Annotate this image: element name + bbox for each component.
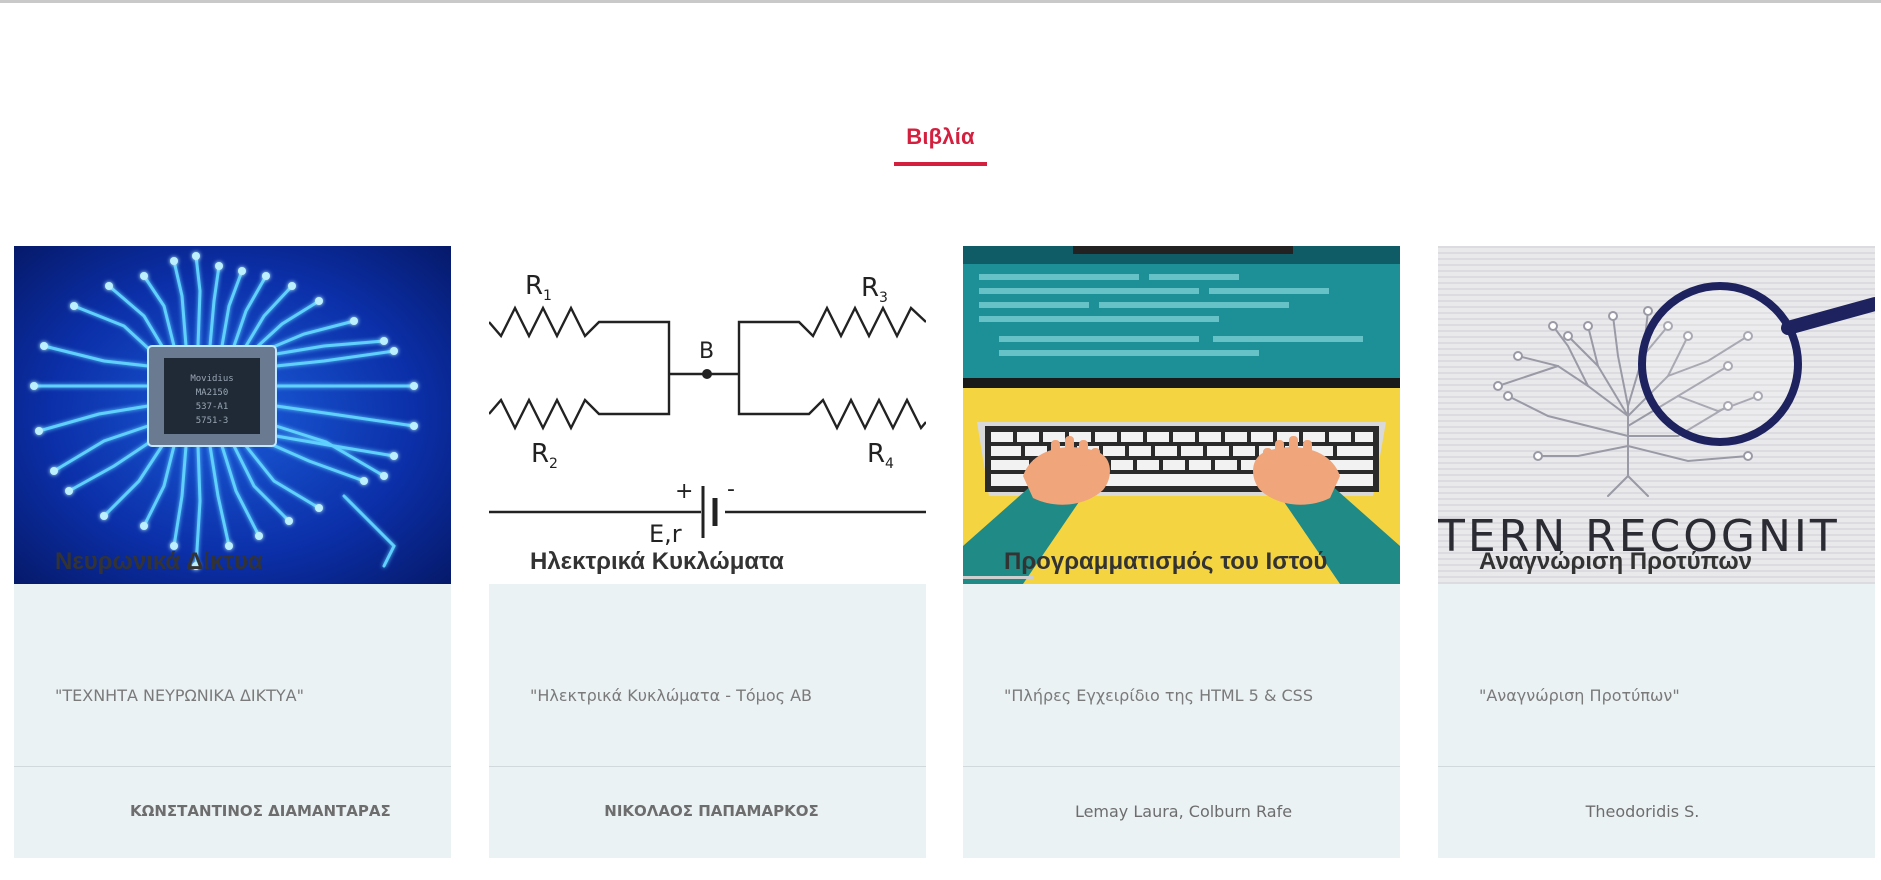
pattern-recognition-image[interactable]: TERN RECOGNIT	[1438, 246, 1875, 584]
book-card-grid: Movidius MA2150 537-A1 5751-3 Νευρωνικά …	[14, 246, 1881, 858]
book-subtitle: "Πλήρες Εγχειρίδιο της HTML 5 & CSS	[1004, 686, 1313, 705]
card-divider	[14, 766, 451, 767]
svg-text:537-A1: 537-A1	[196, 402, 229, 412]
svg-text:E,r: E,r	[649, 520, 682, 548]
circuit-diagram-icon: R 1 R 2 R 3 R 4 B + - E,r	[489, 246, 926, 584]
book-subtitle: "Αναγνώριση Προτύπων"	[1479, 686, 1680, 705]
electric-circuit-diagram-image[interactable]: R 1 R 2 R 3 R 4 B + - E,r	[489, 246, 926, 584]
section-header: Βιβλία	[0, 124, 1881, 166]
svg-text:R: R	[867, 439, 885, 469]
svg-text:2: 2	[549, 456, 558, 472]
book-author: Lemay Laura, Colburn Rafe	[1074, 802, 1293, 821]
book-card-web-programming[interactable]: Προγραμματισμός του Ιστού "Πλήρες Εγχειρ…	[963, 246, 1400, 858]
svg-text:B: B	[699, 339, 714, 364]
card-divider	[963, 766, 1400, 767]
svg-text:-: -	[727, 477, 735, 502]
svg-text:3: 3	[879, 290, 888, 306]
book-card-pattern-recognition[interactable]: TERN RECOGNIT Αναγνώριση Προτύπων "Αναγν…	[1438, 246, 1875, 858]
circuit-chip-icon: Movidius MA2150 537-A1 5751-3	[14, 246, 451, 584]
svg-text:1: 1	[543, 288, 552, 304]
book-author: Theodoridis S.	[1585, 802, 1700, 821]
laptop-typing-icon	[963, 246, 1400, 584]
book-author: ΝΙΚΟΛΑΟΣ ΠΑΠΑΜΑΡΚΟΣ	[604, 802, 819, 820]
book-subtitle: "ΤΕΧΝΗΤΑ ΝΕΥΡΩΝΙΚΑ ΔΙΚΤΥΑ"	[55, 686, 304, 705]
book-author: ΚΩΝΣΤΑΝΤΙΝΟΣ ΔΙΑΜΑΝΤΑΡΑΣ	[130, 802, 391, 820]
book-card-electric-circuits[interactable]: R 1 R 2 R 3 R 4 B + - E,r Ηλεκτρικά Κυκλ…	[489, 246, 926, 858]
book-subtitle: "Ηλεκτρικά Κυκλώματα - Τόμος ΑΒ	[530, 686, 813, 705]
svg-text:R: R	[525, 271, 543, 301]
book-title[interactable]: Νευρωνικά Δίκτυα	[55, 548, 263, 576]
laptop-typing-image[interactable]	[963, 246, 1400, 584]
book-title[interactable]: Προγραμματισμός του Ιστού	[1004, 548, 1327, 576]
pattern-recognition-icon: TERN RECOGNIT	[1438, 246, 1875, 584]
book-card-neural-networks[interactable]: Movidius MA2150 537-A1 5751-3 Νευρωνικά …	[14, 246, 451, 858]
svg-text:Movidius: Movidius	[190, 374, 233, 384]
svg-text:+: +	[675, 479, 693, 504]
book-title[interactable]: Αναγνώριση Προτύπων	[1479, 548, 1752, 576]
top-rule	[0, 0, 1881, 3]
svg-text:4: 4	[885, 456, 894, 472]
svg-text:5751-3: 5751-3	[196, 416, 229, 426]
card-divider	[1438, 766, 1875, 767]
svg-text:R: R	[861, 273, 879, 303]
svg-text:R: R	[531, 439, 549, 469]
card-divider	[489, 766, 926, 767]
circuit-chip-image[interactable]: Movidius MA2150 537-A1 5751-3	[14, 246, 451, 584]
book-title[interactable]: Ηλεκτρικά Κυκλώματα	[530, 548, 784, 576]
section-title: Βιβλία	[894, 124, 987, 166]
svg-text:MA2150: MA2150	[196, 388, 229, 398]
